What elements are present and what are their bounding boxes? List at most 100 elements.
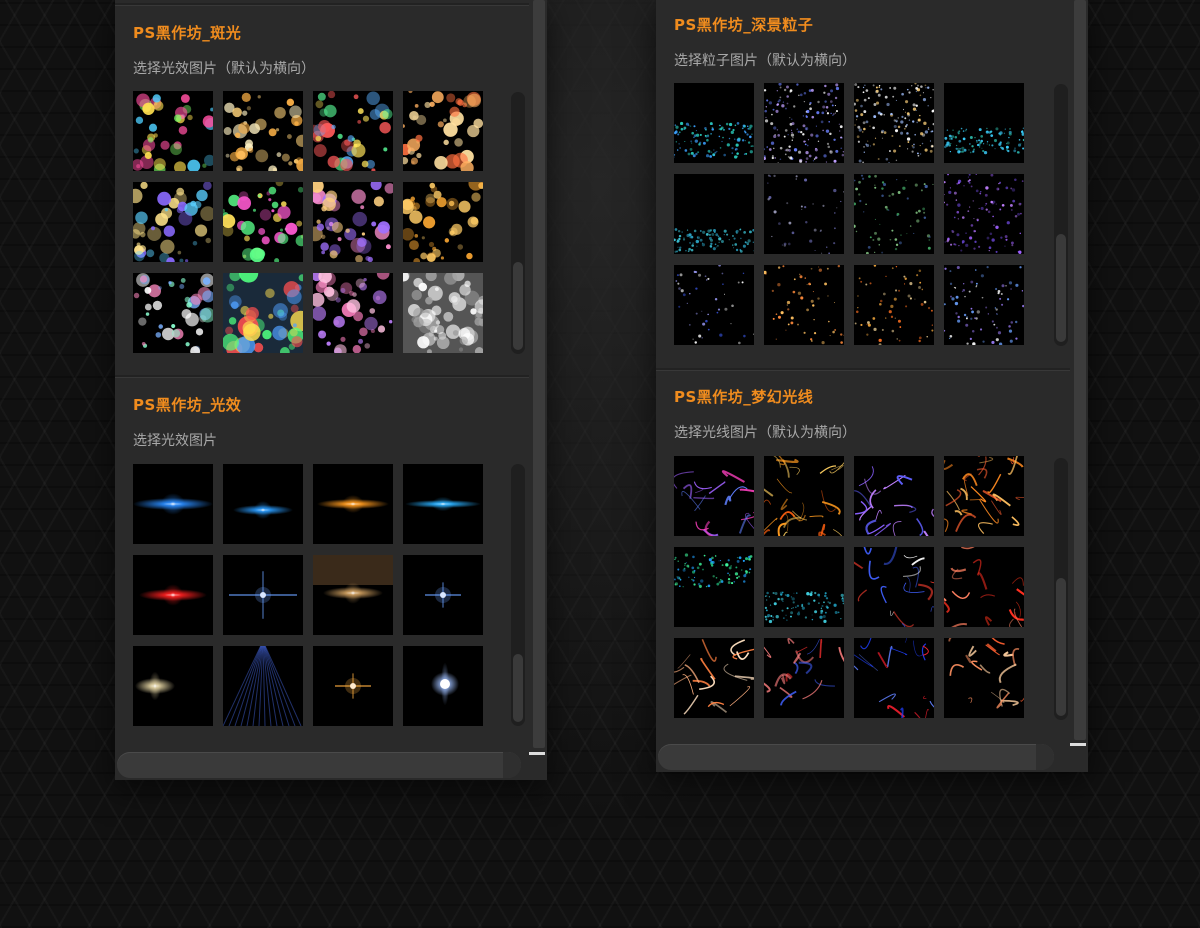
thumbnail-light-trails[interactable] <box>854 547 934 627</box>
thumbnail-purple-streaks[interactable] <box>674 456 754 536</box>
thumbnail-image <box>675 265 754 345</box>
thumbnail-image <box>139 584 207 606</box>
thumbnail-violet-streaks[interactable] <box>854 456 934 536</box>
section-description: 选择光效图片（默认为横向） <box>133 61 315 77</box>
thumbnail-gold-streaks[interactable] <box>944 456 1024 536</box>
thumbnail-red-swirl[interactable] <box>944 547 1024 627</box>
scrollbar-thumb[interactable] <box>1056 234 1066 342</box>
scrollbar-thumb[interactable] <box>1056 578 1066 716</box>
thumbnail-image <box>133 493 213 515</box>
thumbnail-sparkle-bokeh[interactable] <box>403 91 483 171</box>
thumbnail-red-flare[interactable] <box>133 555 213 635</box>
thumbnail-image <box>405 496 481 512</box>
panel-scrollbar[interactable] <box>533 0 545 748</box>
thumbnail-amber-dots[interactable] <box>854 265 934 345</box>
horizontal-scrollbar[interactable] <box>658 744 1054 770</box>
thumbnail-teal-drips[interactable] <box>764 547 844 627</box>
thumbnail-hearts-bokeh[interactable] <box>223 91 303 171</box>
thumbnail-golden-spot[interactable] <box>313 555 393 635</box>
thumbnail-star-bokeh-green[interactable] <box>223 182 303 262</box>
thumbnail-dark-particles[interactable] <box>764 174 844 254</box>
thumbnail-blue-rays[interactable] <box>223 646 303 726</box>
section-scrollbar[interactable] <box>1054 84 1068 346</box>
thumbnail-glitter-bokeh[interactable] <box>133 273 213 353</box>
thumbnail-image <box>317 495 389 513</box>
thumbnail-blue-dots[interactable] <box>944 265 1024 345</box>
thumbnail-image <box>764 638 844 706</box>
scrollbar-thumb[interactable] <box>513 654 523 722</box>
scrollbar-thumb[interactable] <box>513 262 523 350</box>
thumbnail-butterflies-bokeh[interactable] <box>133 91 213 171</box>
thumbnail-image <box>229 571 297 619</box>
resize-handle[interactable] <box>1070 743 1086 746</box>
thumbnail-heart-bokeh-gold[interactable] <box>403 182 483 262</box>
thumbnail-pink-bokeh[interactable] <box>313 273 393 353</box>
thumbnail-blue-twinkle[interactable] <box>403 555 483 635</box>
thumbnail-blue-particles[interactable] <box>764 83 844 163</box>
thumbnail-image <box>313 91 393 171</box>
section-scrollbar[interactable] <box>511 92 525 354</box>
thumbnail-green-particles[interactable] <box>854 174 934 254</box>
thumbnail-image <box>944 174 1024 254</box>
thumbnail-image <box>431 662 459 706</box>
thumbnail-traffic-bokeh[interactable] <box>223 273 303 353</box>
thumbnail-red-blue-trails[interactable] <box>764 638 844 718</box>
thumbnail-orange-flare[interactable] <box>313 464 393 544</box>
horizontal-scrollbar[interactable] <box>117 752 521 778</box>
thumbnail-blue-flare[interactable] <box>133 464 213 544</box>
thumbnail-white-orb[interactable] <box>403 646 483 726</box>
section-scrollbar[interactable] <box>511 464 525 726</box>
thumbnail-image <box>674 553 753 588</box>
thumbnail-image <box>335 673 371 699</box>
thumbnail-image <box>223 182 303 262</box>
left-panel: PS黑作坊_斑光 选择光效图片（默认为横向） PS黑作坊_光效 选择光效图片 <box>115 0 547 780</box>
section-title: PS黑作坊_斑光 <box>133 24 242 42</box>
panel-scrollbar[interactable] <box>1074 0 1086 740</box>
thumbnail-fire-sparks[interactable] <box>764 456 844 536</box>
thumbnail-cyan-flare[interactable] <box>403 464 483 544</box>
thumbnail-image <box>764 456 844 536</box>
thumbnail-image <box>764 265 844 345</box>
thumbnail-flower-bokeh-purple[interactable] <box>313 182 393 262</box>
section-dream-lights: PS黑作坊_梦幻光线 选择光线图片（默认为横向） <box>656 370 1070 740</box>
thumbnail-teal-wave[interactable] <box>674 174 754 254</box>
right-panel: PS黑作坊_深景粒子 选择粒子图片（默认为横向） PS黑作坊_梦幻光线 选择光线… <box>656 0 1088 772</box>
thumbnail-image <box>764 591 844 624</box>
thumbnail-image <box>223 646 302 726</box>
thumbnail-blue-red-glitch[interactable] <box>854 638 934 718</box>
thumbnail-white-glow[interactable] <box>133 646 213 726</box>
thumbnail-gold-particles[interactable] <box>854 83 934 163</box>
horizontal-scrollbar-end[interactable] <box>1036 744 1054 770</box>
thumbnail-orange-dots[interactable] <box>764 265 844 345</box>
section-light-effects: PS黑作坊_光效 选择光效图片 <box>115 376 529 748</box>
thumbnail-silver-bokeh[interactable] <box>403 273 483 353</box>
section-description: 选择粒子图片（默认为横向） <box>674 53 856 69</box>
thumbnail-orange-strands[interactable] <box>674 638 754 718</box>
thumbnail-image <box>674 639 754 715</box>
thumbnail-image <box>223 273 303 353</box>
thumbnail-image <box>313 273 393 353</box>
thumbnail-gold-star[interactable] <box>313 646 393 726</box>
left-panel-content: PS黑作坊_斑光 选择光效图片（默认为横向） PS黑作坊_光效 选择光效图片 <box>115 0 529 748</box>
thumbnail-purple-particles[interactable] <box>944 174 1024 254</box>
thumbnail-image <box>767 174 844 254</box>
thumbnail-copper-trails[interactable] <box>944 638 1024 718</box>
thumbnail-image <box>944 456 1024 534</box>
section-scrollbar[interactable] <box>1054 458 1068 720</box>
thumbnail-dark-dots[interactable] <box>674 265 754 345</box>
resize-handle[interactable] <box>529 752 545 755</box>
section-description: 选择光效图片 <box>133 433 217 449</box>
thumbnail-colorful-bokeh[interactable] <box>313 91 393 171</box>
section-deep-particles: PS黑作坊_深景粒子 选择粒子图片（默认为横向） <box>656 0 1070 368</box>
thumbnail-blue-star[interactable] <box>223 555 303 635</box>
thumbnail-teal-particles[interactable] <box>674 83 754 163</box>
thumbnail-blue-burst[interactable] <box>223 464 303 544</box>
thumbnail-heart-bokeh-blue[interactable] <box>133 182 213 262</box>
thumbnail-cyan-wave[interactable] <box>944 83 1024 163</box>
horizontal-scrollbar-end[interactable] <box>503 752 521 778</box>
thumbnail-image <box>403 182 483 262</box>
section-title: PS黑作坊_梦幻光线 <box>674 388 814 406</box>
thumbnail-image <box>944 127 1024 155</box>
thumbnail-image <box>674 228 754 253</box>
thumbnail-green-drips[interactable] <box>674 547 754 627</box>
